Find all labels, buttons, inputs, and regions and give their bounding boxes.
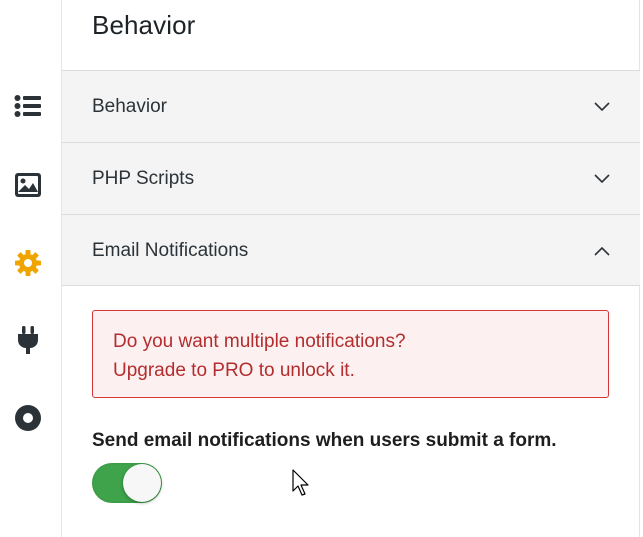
upgrade-notice-line: Do you want multiple notifications?	[113, 331, 406, 352]
settings-panel: Behavior Behavior PHP Scripts Email Noti…	[62, 0, 640, 537]
send-email-toggle[interactable]	[92, 463, 162, 503]
chevron-down-icon	[594, 102, 610, 112]
list-icon	[14, 95, 41, 117]
circle-dot-icon	[15, 405, 41, 431]
sidebar-item-publish[interactable]	[13, 403, 43, 433]
section-label: Behavior	[92, 95, 167, 117]
section-behavior[interactable]: Behavior	[62, 70, 640, 142]
panel-title: Behavior	[92, 10, 196, 40]
sidebar	[0, 0, 62, 537]
send-email-label: Send email notifications when users subm…	[92, 430, 557, 451]
toggle-knob	[123, 464, 161, 502]
upgrade-notice-line: Upgrade to PRO to unlock it.	[113, 360, 355, 381]
section-label: PHP Scripts	[92, 167, 195, 189]
image-icon	[15, 173, 41, 197]
plug-icon	[18, 326, 38, 354]
divider	[62, 285, 640, 286]
mouse-cursor-icon	[292, 469, 309, 496]
chevron-down-icon	[594, 174, 610, 184]
section-php-scripts[interactable]: PHP Scripts	[62, 142, 640, 214]
section-label: Email Notifications	[92, 239, 249, 261]
sidebar-item-integrations[interactable]	[13, 325, 43, 355]
gear-icon	[15, 250, 41, 276]
section-email-notifications[interactable]: Email Notifications	[62, 214, 640, 286]
upgrade-notice: Do you want multiple notifications? Upgr…	[92, 310, 609, 398]
chevron-up-icon	[594, 246, 610, 256]
sidebar-item-style[interactable]	[13, 170, 43, 200]
sidebar-item-settings[interactable]	[13, 248, 43, 278]
sidebar-item-fields[interactable]	[13, 91, 43, 121]
